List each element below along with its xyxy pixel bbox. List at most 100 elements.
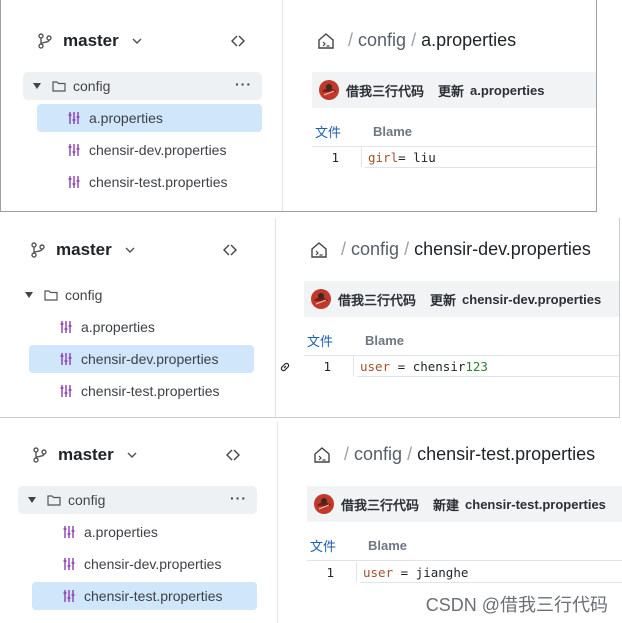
breadcrumb: / config / a.properties <box>317 30 516 51</box>
screenshot-panel-1: master config ··· a.properties chensir-d… <box>0 0 597 212</box>
code-line: 1 girl = liu <box>317 147 436 167</box>
code-line: 1 user = jianghe <box>312 562 468 582</box>
folder-icon <box>52 81 66 92</box>
breadcrumb: / config / chensir-dev.properties <box>310 239 591 260</box>
commit-action: 更新 <box>430 292 457 308</box>
git-branch-icon <box>31 242 45 258</box>
branch-name: master <box>63 31 119 50</box>
chevron-down-icon <box>125 247 135 254</box>
breadcrumb-folder[interactable]: config <box>351 239 399 260</box>
divider <box>307 560 622 561</box>
folder-label: config <box>65 287 103 303</box>
breadcrumb-separator: / <box>341 239 347 259</box>
file-item-chensir-test[interactable]: chensir-test.properties <box>32 582 257 610</box>
line-number[interactable]: 1 <box>309 359 331 374</box>
properties-file-icon <box>68 176 80 188</box>
file-item-label: a.properties <box>89 110 163 126</box>
file-item-a-properties[interactable]: a.properties <box>37 104 262 132</box>
file-item-a-properties[interactable]: a.properties <box>29 313 254 341</box>
code-operator: = <box>393 564 416 580</box>
commit-action: 更新 <box>438 83 465 99</box>
line-number[interactable]: 1 <box>317 150 339 165</box>
code-value: chensir <box>412 358 466 374</box>
branch-name: master <box>58 445 114 464</box>
folder-row-config[interactable]: config ··· <box>23 72 262 100</box>
breadcrumb-separator: / <box>344 444 350 464</box>
file-item-label: chensir-test.properties <box>89 174 228 190</box>
repo-home-icon[interactable] <box>313 446 331 464</box>
link-icon[interactable] <box>279 361 291 373</box>
file-tree-sidebar: master config ··· a.properties chensir-d… <box>1 0 283 211</box>
commit-author[interactable]: 借我三行代码 <box>338 290 416 309</box>
commit-file[interactable]: chensir-dev.properties <box>462 292 601 307</box>
breadcrumb-file: a.properties <box>421 30 517 50</box>
commit-file[interactable]: a.properties <box>470 83 544 98</box>
tab-blame[interactable]: Blame <box>373 124 412 139</box>
file-tree-sidebar: master config ··· a.properties chensir-d… <box>0 422 278 623</box>
tab-file[interactable]: 文件 <box>310 536 336 555</box>
more-options-icon[interactable]: ··· <box>235 76 252 92</box>
view-tabs: 文件 Blame <box>307 331 404 350</box>
folder-row-config[interactable]: config ··· <box>18 486 257 514</box>
tab-file[interactable]: 文件 <box>307 331 333 350</box>
tab-blame[interactable]: Blame <box>368 538 407 553</box>
code-content: girl = liu <box>361 147 436 167</box>
properties-file-icon <box>60 353 72 365</box>
tab-file[interactable]: 文件 <box>315 122 341 141</box>
commit-action: 新建 <box>433 497 460 513</box>
collapse-sidebar-icon[interactable] <box>231 34 245 48</box>
view-tabs: 文件 Blame <box>315 122 412 141</box>
repo-home-icon[interactable] <box>317 32 335 50</box>
properties-file-icon <box>63 590 75 602</box>
commit-author[interactable]: 借我三行代码 <box>341 495 419 514</box>
code-line: 1 user = chensir 123 <box>309 356 488 376</box>
folder-label: config <box>73 78 111 94</box>
breadcrumb-separator: / <box>404 239 410 259</box>
folder-row-config[interactable]: config <box>15 281 254 309</box>
file-item-label: chensir-dev.properties <box>84 556 222 572</box>
breadcrumb-separator: / <box>348 30 354 50</box>
caret-down-icon <box>28 497 36 503</box>
file-item-chensir-test[interactable]: chensir-test.properties <box>37 168 262 196</box>
properties-file-icon <box>60 321 72 333</box>
watermark: CSDN @借我三行代码 <box>425 595 608 615</box>
breadcrumb-file: chensir-dev.properties <box>414 239 591 259</box>
collapse-sidebar-icon[interactable] <box>223 243 237 257</box>
code-content: user = chensir 123 <box>353 356 488 376</box>
repo-home-icon[interactable] <box>310 241 328 259</box>
caret-down-icon <box>33 83 41 89</box>
file-item-chensir-dev[interactable]: chensir-dev.properties <box>37 136 262 164</box>
code-value: liu <box>413 149 436 165</box>
code-value: jianghe <box>415 564 469 580</box>
breadcrumb-separator: / <box>407 444 413 464</box>
branch-selector[interactable]: master <box>32 442 138 468</box>
chevron-down-icon <box>127 452 137 459</box>
properties-file-icon <box>60 385 72 397</box>
commit-file[interactable]: chensir-test.properties <box>465 497 606 512</box>
file-item-chensir-dev[interactable]: chensir-dev.properties <box>29 345 254 373</box>
branch-selector[interactable]: master <box>30 237 136 263</box>
file-item-label: a.properties <box>84 524 158 540</box>
tab-blame[interactable]: Blame <box>365 333 404 348</box>
breadcrumb: / config / chensir-test.properties <box>313 444 595 465</box>
file-item-a-properties[interactable]: a.properties <box>32 518 257 546</box>
breadcrumb-folder[interactable]: config <box>354 444 402 465</box>
properties-file-icon <box>68 112 80 124</box>
file-tree-sidebar: master config a.properties chensir-dev.p… <box>0 218 276 417</box>
branch-name: master <box>56 240 112 259</box>
file-item-chensir-dev[interactable]: chensir-dev.properties <box>32 550 257 578</box>
code-content: user = jianghe <box>356 562 468 582</box>
breadcrumb-folder[interactable]: config <box>358 30 406 51</box>
more-options-icon[interactable]: ··· <box>230 490 247 506</box>
file-item-chensir-test[interactable]: chensir-test.properties <box>29 377 254 405</box>
caret-down-icon <box>25 292 33 298</box>
branch-selector[interactable]: master <box>37 28 143 54</box>
collapse-sidebar-icon[interactable] <box>226 448 240 462</box>
avatar <box>319 80 339 100</box>
code-key: girl <box>368 149 399 165</box>
code-key: user <box>363 564 394 580</box>
commit-author[interactable]: 借我三行代码 <box>346 81 424 100</box>
line-number[interactable]: 1 <box>312 565 334 580</box>
folder-icon <box>44 290 58 301</box>
code-key: user <box>360 358 391 374</box>
